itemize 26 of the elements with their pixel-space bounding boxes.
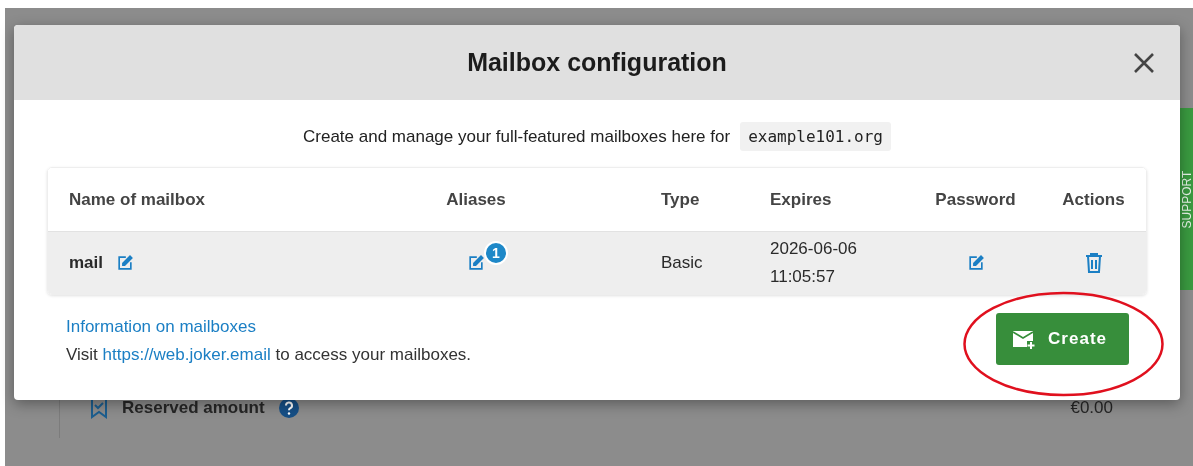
column-header: Aliases [446,189,506,210]
expiry-date: 2026-06-06 [770,238,857,260]
column-header: Expires [770,189,832,210]
column-header: Actions [1062,189,1125,210]
mail-plus-icon [1012,328,1037,350]
edit-icon [466,253,486,273]
info-link[interactable]: Information on mailboxes [66,317,472,337]
alias-count-badge: 1 [484,241,508,265]
create-button[interactable]: Create [996,313,1129,365]
delete-button[interactable] [1084,253,1103,273]
mailbox-name: mail [69,253,104,273]
expiry-date: 11:05:57 [770,266,836,288]
column-header: Type [661,189,700,210]
webmail-link[interactable]: https://web.joker.email [102,345,271,364]
reserved-amount-label: Reserved amount [122,398,265,418]
visit-text: Visit https://web.joker.email to access your mailboxes. [66,345,472,365]
amount-value: €0.00 [1070,398,1113,418]
column-header: Password [935,189,1016,210]
trash-icon [1084,253,1103,273]
domain-name: example101.org [740,122,891,151]
edit-aliases-button[interactable] [466,253,486,273]
bookmark-check-icon [90,397,108,419]
column-header: Name of mailbox [69,189,206,210]
dialog-title: Mailbox configuration [467,48,727,77]
intro-text: Create and manage your full-featured mailboxes here for [303,126,731,147]
mailbox-type: Basic [661,253,703,273]
